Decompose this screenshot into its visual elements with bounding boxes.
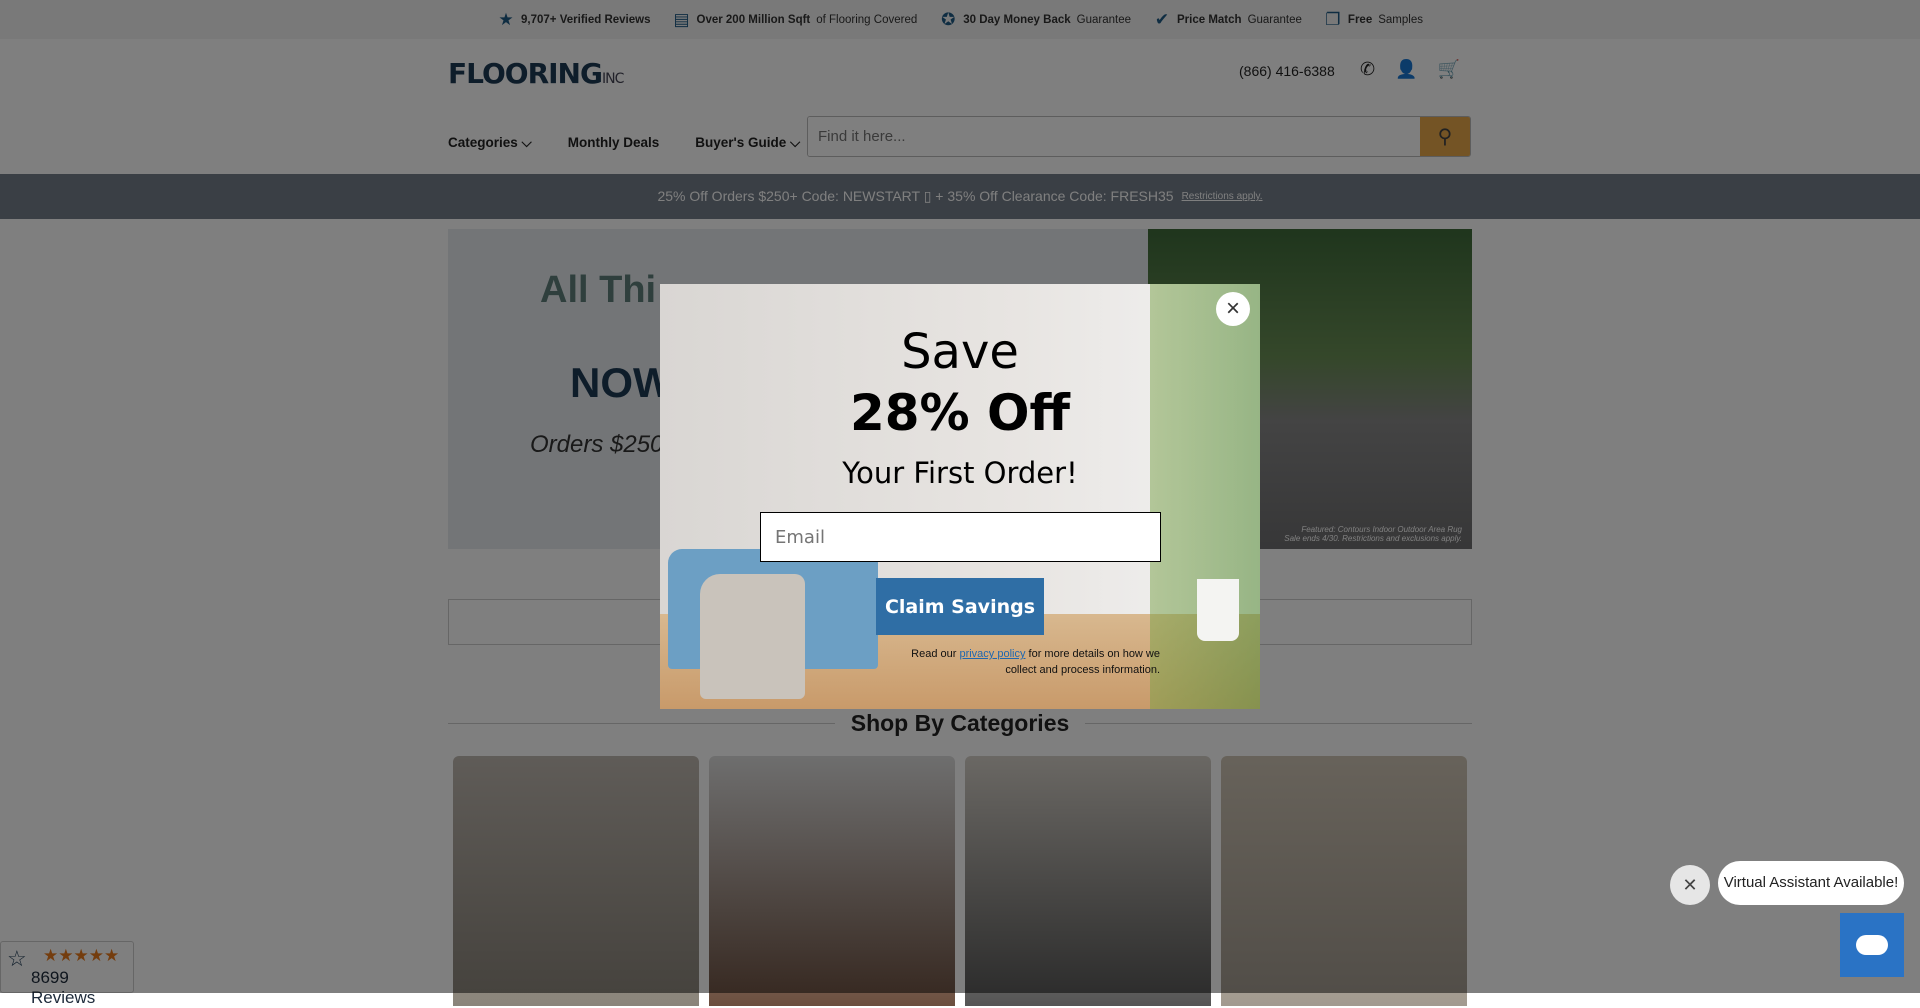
modal-heading: Save <box>901 324 1019 380</box>
privacy-policy-link[interactable]: privacy policy <box>959 648 1025 660</box>
chat-icon <box>1856 935 1888 955</box>
close-icon: ✕ <box>1682 875 1698 895</box>
signup-modal: × Save 28% Off Your First Order! Claim S… <box>660 284 1260 709</box>
chat-prompt[interactable]: Virtual Assistant Available! <box>1718 861 1904 905</box>
email-field[interactable] <box>760 512 1161 562</box>
modal-subheading: Your First Order! <box>842 456 1078 490</box>
close-modal-button[interactable]: × <box>1216 292 1250 326</box>
privacy-notice: Read our privacy policy for more details… <box>911 648 1160 676</box>
chat-button[interactable] <box>1840 913 1904 977</box>
modal-discount: 28% Off <box>849 384 1071 442</box>
claim-savings-button[interactable]: Claim Savings <box>876 578 1044 635</box>
close-chat-prompt-button[interactable]: ✕ <box>1670 865 1710 905</box>
close-icon: × <box>1225 295 1240 322</box>
